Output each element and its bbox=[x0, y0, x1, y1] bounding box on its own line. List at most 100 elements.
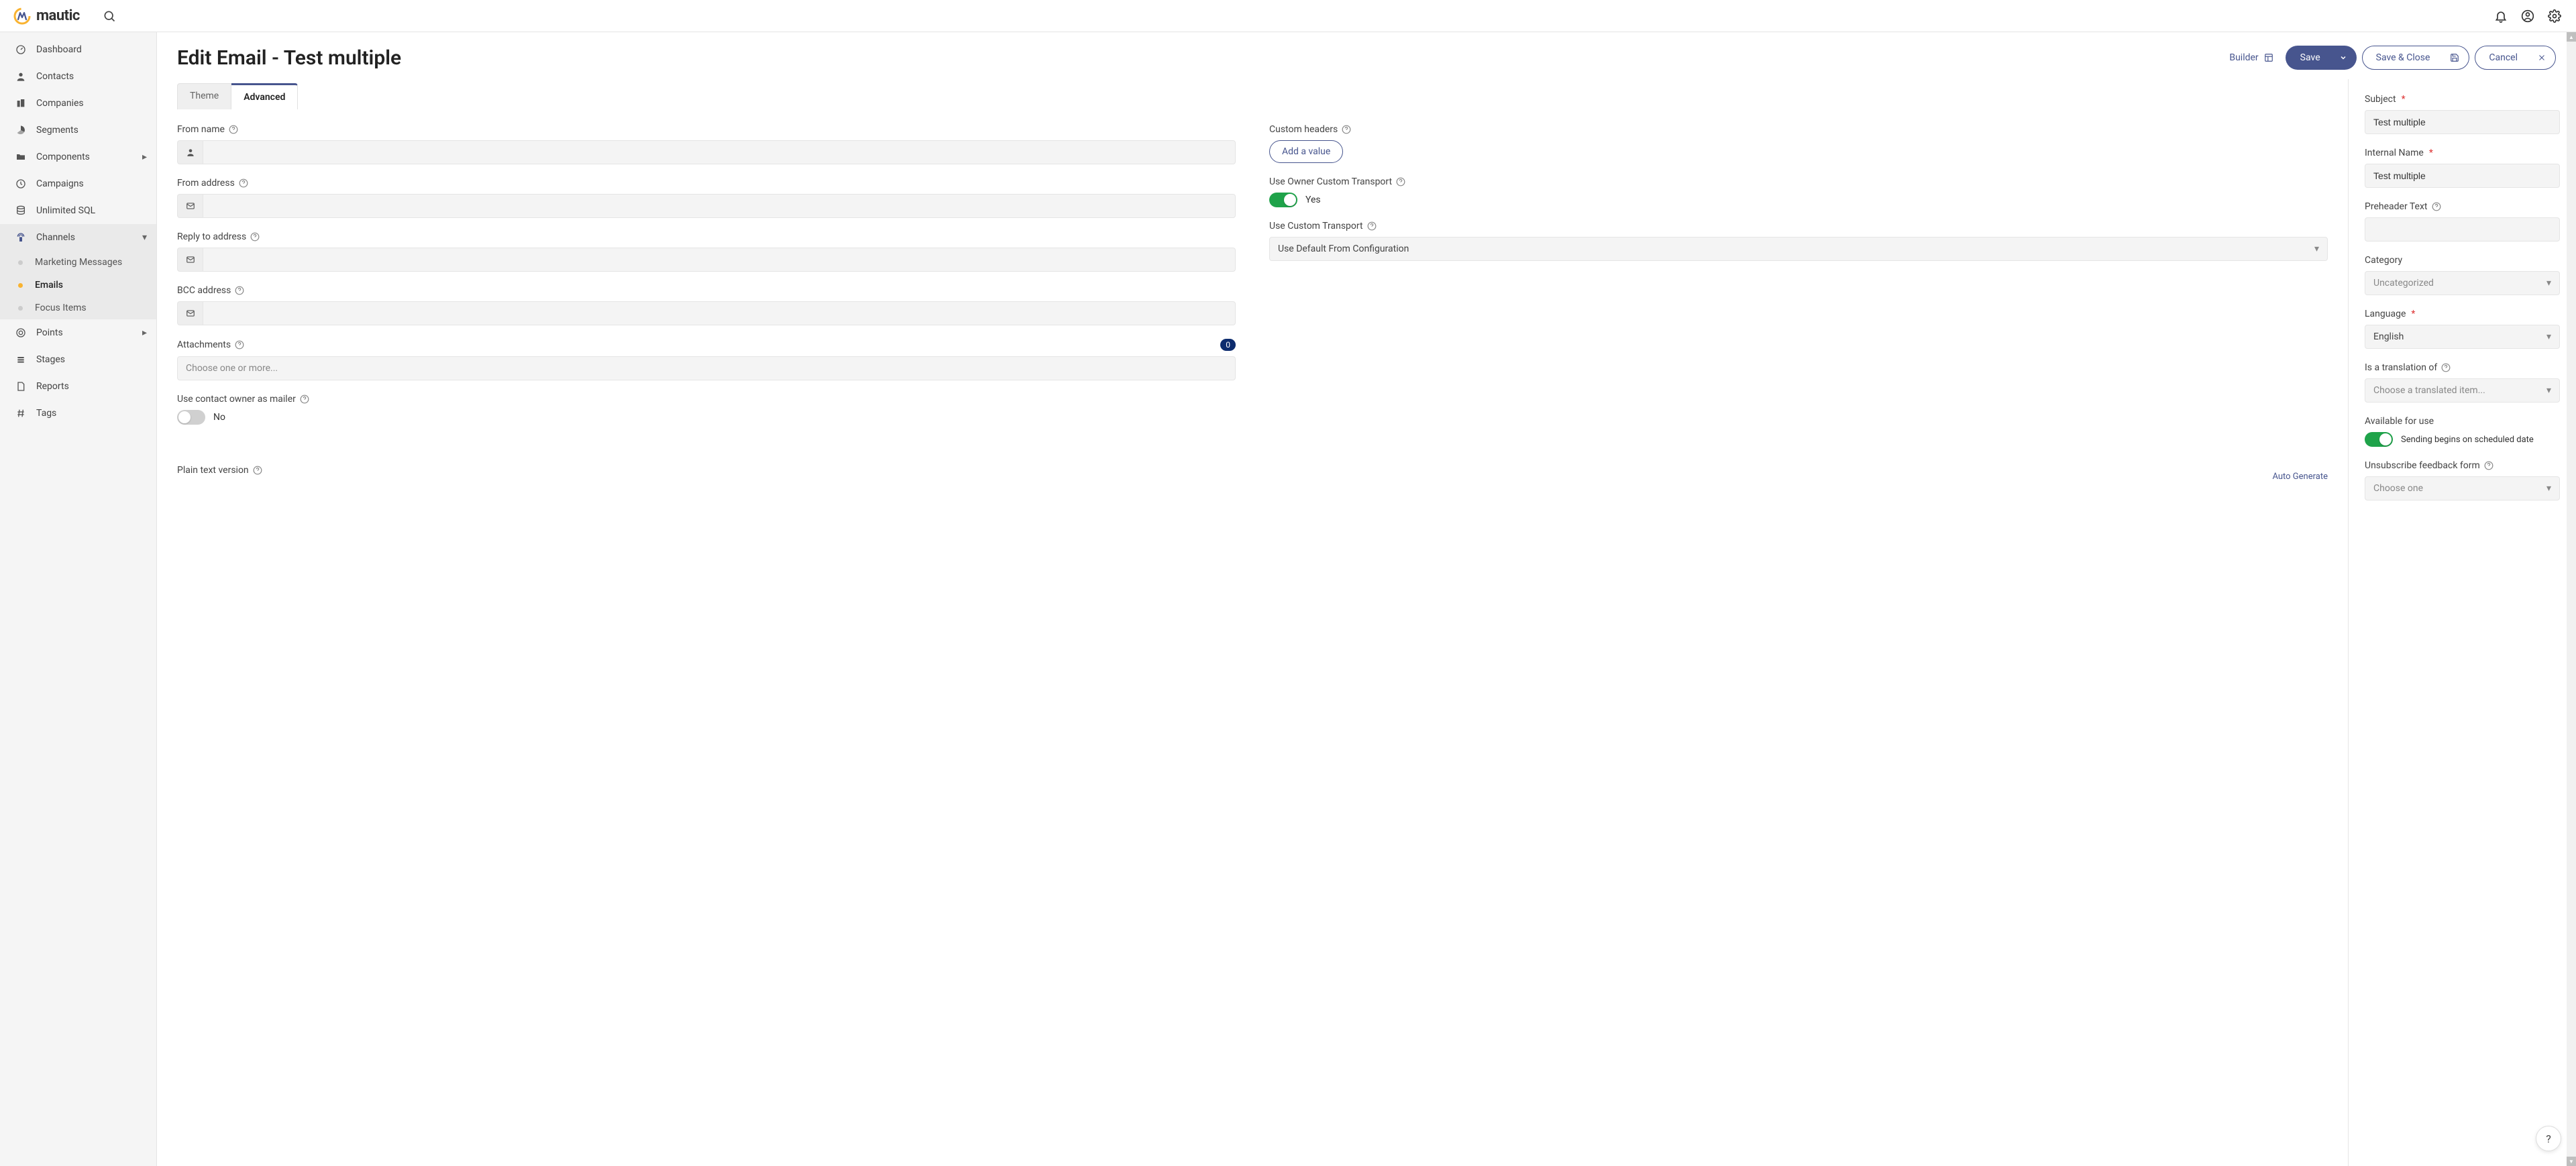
translation-select[interactable]: Choose a translated item... ▾ bbox=[2365, 378, 2560, 403]
folder-icon bbox=[15, 151, 27, 163]
help-icon[interactable] bbox=[239, 178, 248, 188]
help-icon[interactable] bbox=[229, 125, 238, 134]
reply-to-input[interactable] bbox=[203, 248, 1236, 272]
nav-points[interactable]: Points ▸ bbox=[0, 319, 156, 346]
field-custom-headers: Custom headers Add a value bbox=[1269, 124, 2328, 163]
help-icon[interactable] bbox=[1367, 221, 1377, 231]
preheader-input[interactable] bbox=[2365, 217, 2560, 242]
settings-button[interactable] bbox=[2541, 3, 2568, 30]
cancel-button[interactable]: Cancel bbox=[2475, 46, 2556, 70]
nav-channels[interactable]: Channels ▾ bbox=[0, 224, 156, 251]
brand-logo[interactable]: mautic bbox=[8, 7, 85, 25]
add-header-button[interactable]: Add a value bbox=[1269, 140, 1343, 163]
nav-segments[interactable]: Segments bbox=[0, 117, 156, 144]
notifications-button[interactable] bbox=[2487, 3, 2514, 30]
help-icon[interactable] bbox=[2484, 461, 2493, 470]
save-button[interactable]: Save bbox=[2286, 46, 2357, 70]
nav-unlimited-sql[interactable]: Unlimited SQL bbox=[0, 197, 156, 224]
nav-label: Components bbox=[36, 152, 90, 162]
chevron-down-icon bbox=[2339, 54, 2347, 62]
field-unsubscribe: Unsubscribe feedback form Choose one ▾ bbox=[2365, 460, 2560, 500]
unsubscribe-select[interactable]: Choose one ▾ bbox=[2365, 476, 2560, 500]
category-select[interactable]: Uncategorized ▾ bbox=[2365, 271, 2560, 295]
auto-generate-link[interactable]: Auto Generate bbox=[1269, 472, 2328, 482]
help-icon[interactable] bbox=[2441, 363, 2451, 372]
user-icon bbox=[15, 70, 27, 83]
nav-components[interactable]: Components ▸ bbox=[0, 144, 156, 170]
target-icon bbox=[15, 327, 27, 339]
mail-icon bbox=[177, 301, 203, 325]
subject-input[interactable] bbox=[2365, 110, 2560, 134]
help-icon[interactable] bbox=[235, 286, 244, 295]
dot-icon bbox=[18, 260, 23, 265]
builder-button[interactable]: Builder bbox=[2222, 47, 2279, 68]
tab-theme[interactable]: Theme bbox=[177, 83, 231, 109]
use-custom-transport-select[interactable]: Use Default From Configuration ▾ bbox=[1269, 237, 2328, 261]
help-icon[interactable] bbox=[1342, 125, 1351, 134]
help-icon[interactable] bbox=[253, 466, 262, 475]
subnav-marketing-messages[interactable]: Marketing Messages bbox=[0, 251, 156, 274]
attachments-placeholder: Choose one or more... bbox=[186, 363, 278, 374]
tab-advanced[interactable]: Advanced bbox=[231, 83, 298, 109]
help-icon[interactable] bbox=[250, 232, 260, 242]
vertical-scrollbar[interactable]: ▲ ▼ bbox=[2567, 32, 2576, 1166]
available-toggle[interactable] bbox=[2365, 432, 2393, 447]
page-header: Edit Email - Test multiple Builder Save … bbox=[157, 32, 2576, 79]
nav-campaigns[interactable]: Campaigns bbox=[0, 170, 156, 197]
translation-of-label: Is a translation of bbox=[2365, 362, 2437, 373]
caret-down-icon: ▾ bbox=[2546, 385, 2551, 396]
chevron-right-icon: ▸ bbox=[142, 152, 147, 162]
nav-companies[interactable]: Companies bbox=[0, 90, 156, 117]
field-from-name: From name bbox=[177, 124, 1236, 164]
nav-dashboard[interactable]: Dashboard bbox=[0, 36, 156, 63]
builder-label: Builder bbox=[2229, 52, 2258, 63]
use-owner-transport-toggle[interactable] bbox=[1269, 193, 1297, 207]
unsubscribe-value: Choose one bbox=[2373, 483, 2423, 494]
language-label: Language bbox=[2365, 309, 2406, 319]
bcc-input[interactable] bbox=[203, 301, 1236, 325]
dot-icon bbox=[18, 283, 23, 288]
field-use-custom-transport: Use Custom Transport Use Default From Co… bbox=[1269, 221, 2328, 261]
help-icon[interactable] bbox=[2432, 202, 2441, 211]
help-icon[interactable] bbox=[235, 340, 244, 350]
nav-label: Unlimited SQL bbox=[36, 205, 95, 216]
nav-tags[interactable]: Tags bbox=[0, 400, 156, 427]
scroll-down-icon[interactable]: ▼ bbox=[2567, 1157, 2576, 1166]
subject-label: Subject bbox=[2365, 94, 2396, 105]
field-translation-of: Is a translation of Choose a translated … bbox=[2365, 362, 2560, 403]
attachments-count-badge: 0 bbox=[1220, 339, 1236, 351]
sidebar: Dashboard Contacts Companies Segments Co… bbox=[0, 32, 157, 1166]
close-icon bbox=[2538, 54, 2546, 62]
help-icon[interactable] bbox=[300, 394, 309, 404]
field-language: Language* English ▾ bbox=[2365, 309, 2560, 349]
cancel-label: Cancel bbox=[2489, 52, 2518, 63]
subnav-emails[interactable]: Emails bbox=[0, 274, 156, 297]
attachments-select[interactable]: Choose one or more... bbox=[177, 356, 1236, 380]
nav-stages[interactable]: Stages bbox=[0, 346, 156, 373]
help-icon[interactable] bbox=[1396, 177, 1405, 187]
help-fab[interactable]: ? bbox=[2536, 1126, 2561, 1151]
save-close-label: Save & Close bbox=[2376, 52, 2430, 63]
field-internal-name: Internal Name* bbox=[2365, 148, 2560, 188]
from-name-input[interactable] bbox=[203, 140, 1236, 164]
scroll-up-icon[interactable]: ▲ bbox=[2567, 32, 2576, 42]
dot-icon bbox=[18, 306, 23, 311]
account-button[interactable] bbox=[2514, 3, 2541, 30]
chevron-down-icon: ▾ bbox=[142, 232, 147, 243]
from-address-input[interactable] bbox=[203, 194, 1236, 218]
internal-name-label: Internal Name bbox=[2365, 148, 2424, 158]
search-button[interactable] bbox=[99, 5, 120, 27]
mautic-logo-icon bbox=[13, 7, 31, 25]
nav-reports[interactable]: Reports bbox=[0, 373, 156, 400]
subnav-focus-items[interactable]: Focus Items bbox=[0, 297, 156, 319]
internal-name-input[interactable] bbox=[2365, 164, 2560, 188]
nav-contacts[interactable]: Contacts bbox=[0, 63, 156, 90]
use-contact-owner-toggle[interactable] bbox=[177, 410, 205, 425]
field-use-contact-owner: Use contact owner as mailer No bbox=[177, 394, 1236, 425]
gauge-icon bbox=[15, 44, 27, 56]
language-select[interactable]: English ▾ bbox=[2365, 325, 2560, 349]
nav-label: Tags bbox=[36, 408, 56, 419]
nav-label: Channels bbox=[36, 232, 75, 243]
layers-icon bbox=[15, 354, 27, 366]
save-close-button[interactable]: Save & Close bbox=[2362, 46, 2470, 70]
